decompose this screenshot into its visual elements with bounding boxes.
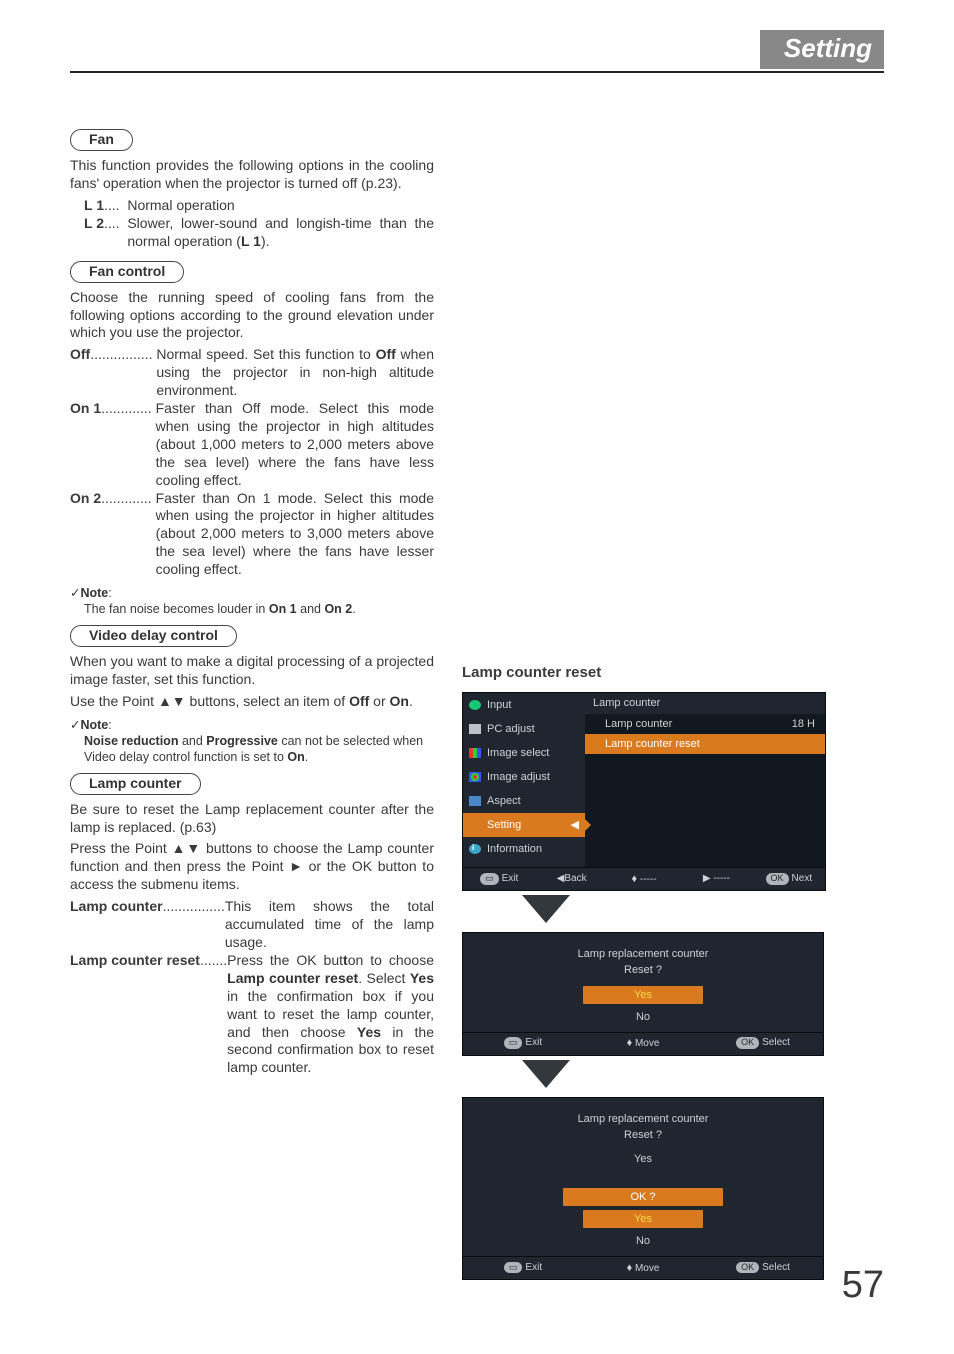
- flow-arrow-2: [462, 1060, 884, 1093]
- fan-l2-row: L 2 .... Slower, lower-sound and longish…: [84, 215, 434, 251]
- lcr-title: Lamp counter reset: [462, 663, 884, 682]
- fc-on1-desc: Faster than Off mode. Select this mode w…: [156, 400, 434, 490]
- fan-l1-label: L 1: [84, 197, 104, 215]
- osd-footer: ▭Exit ◀Back ♦ ----- ▶ ----- OKNext: [463, 867, 825, 890]
- lamp-lcr-row: Lamp counter reset ....... Press the OK …: [70, 952, 434, 1077]
- video-delay-heading: Video delay control: [70, 625, 237, 647]
- fc-note-body: The fan noise becomes louder in On 1 and…: [70, 601, 434, 617]
- right-column: Lamp counter reset Input PC adjust Image…: [462, 129, 884, 1280]
- dots: ................: [90, 346, 156, 400]
- lcr-label: Lamp counter reset: [70, 952, 200, 1077]
- dots: .......: [200, 952, 227, 1077]
- osd-item-info: Information: [463, 837, 585, 861]
- osd-item-pc: PC adjust: [463, 717, 585, 741]
- left-column: Fan This function provides the following…: [70, 129, 434, 1280]
- osd-dialog-2: Lamp replacement counter Reset ? Yes OK …: [462, 1097, 824, 1280]
- dots: .............: [101, 490, 155, 580]
- fc-off-row: Off ................ Normal speed. Set t…: [70, 346, 434, 400]
- page-header: Setting: [70, 30, 884, 73]
- osd-menu: Input PC adjust Image select Image adjus…: [462, 692, 826, 891]
- lamp-p1: Be sure to reset the Lamp replacement co…: [70, 801, 434, 837]
- lamp-counter-heading: Lamp counter: [70, 773, 201, 795]
- osd-item-input: Input: [463, 693, 585, 717]
- osd-item-imgsel: Image select: [463, 741, 585, 765]
- fan-heading: Fan: [70, 129, 133, 151]
- osd-row-lampcounter: Lamp counter18 H: [585, 714, 825, 734]
- fc-on1-row: On 1 ............. Faster than Off mode.…: [70, 400, 434, 490]
- fc-on2-row: On 2 ............. Faster than On 1 mode…: [70, 490, 434, 580]
- dialog2-line1: Lamp replacement counter: [471, 1112, 815, 1126]
- fan-l2-label: L 2: [84, 215, 104, 251]
- dots: ....: [104, 197, 127, 215]
- osd-main-title: Lamp counter: [585, 693, 825, 713]
- lamp-lc-row: Lamp counter ................ This item …: [70, 898, 434, 952]
- dialog2-ok: OK ?: [563, 1188, 723, 1206]
- fan-l2-desc: Slower, lower-sound and longish-time tha…: [127, 215, 434, 251]
- fc-on2-desc: Faster than On 1 mode. Select this mode …: [156, 490, 434, 580]
- osd-item-imgadj: Image adjust: [463, 765, 585, 789]
- osd-dialog-1: Lamp replacement counter Reset ? Yes No …: [462, 932, 824, 1055]
- chevron-left-icon: ◀: [571, 818, 579, 832]
- osd-sidebar: Input PC adjust Image select Image adjus…: [463, 693, 585, 867]
- vd-note-body: Noise reduction and Progressive can not …: [70, 733, 434, 765]
- flow-arrow-1: [462, 895, 884, 928]
- fan-control-heading: Fan control: [70, 261, 184, 283]
- dialog2-yes: Yes: [583, 1210, 703, 1228]
- setting-icon: [469, 820, 481, 830]
- fc-off-desc: Normal speed. Set this function to Off w…: [156, 346, 434, 400]
- vd-p1: When you want to make a digital processi…: [70, 653, 434, 689]
- lc-desc: This item shows the total accumulated ti…: [225, 898, 434, 952]
- ok-chip: OK: [766, 873, 789, 885]
- fan-l1-row: L 1 .... Normal operation: [84, 197, 434, 215]
- dialog1-line1: Lamp replacement counter: [471, 947, 815, 961]
- dialog1-yes: Yes: [583, 986, 703, 1004]
- input-icon: [469, 700, 481, 710]
- vd-p2: Use the Point ▲▼ buttons, select an item…: [70, 693, 434, 711]
- image-select-icon: [469, 748, 481, 758]
- lc-label: Lamp counter: [70, 898, 163, 952]
- fc-on2-label: On 2: [70, 490, 101, 580]
- fc-off-label: Off: [70, 346, 90, 400]
- dots: ................: [163, 898, 225, 952]
- fan-control-intro: Choose the running speed of cooling fans…: [70, 289, 434, 343]
- dialog2-no: No: [583, 1232, 703, 1250]
- osd-item-aspect: Aspect: [463, 789, 585, 813]
- osd-row-lampreset: Lamp counter reset: [585, 734, 825, 754]
- osd-main: Lamp counter Lamp counter18 H Lamp count…: [585, 693, 825, 867]
- lamp-p2: Press the Point ▲▼ buttons to choose the…: [70, 840, 434, 894]
- arrow-down-icon: [522, 895, 570, 923]
- pc-icon: [469, 724, 481, 734]
- dots: .............: [101, 400, 155, 490]
- info-icon: [469, 844, 481, 854]
- dialog2-first-yes: Yes: [583, 1150, 703, 1168]
- arrow-down-icon: [522, 1060, 570, 1088]
- menu-chip: ▭: [480, 873, 499, 885]
- fc-note-head: ✓Note:: [70, 585, 434, 601]
- fan-intro: This function provides the following opt…: [70, 157, 434, 193]
- page-number: 57: [842, 1261, 884, 1310]
- osd-item-setting: Setting◀: [463, 813, 585, 837]
- dialog2-line2: Reset ?: [471, 1128, 815, 1142]
- dots: ....: [104, 215, 127, 251]
- fc-on1-label: On 1: [70, 400, 101, 490]
- header-title: Setting: [760, 30, 884, 69]
- page: Setting Fan This function provides the f…: [0, 0, 954, 1354]
- dialog1-no: No: [583, 1008, 703, 1026]
- aspect-icon: [469, 796, 481, 806]
- dialog1-line2: Reset ?: [471, 963, 815, 977]
- fan-l1-desc: Normal operation: [127, 197, 434, 215]
- image-adjust-icon: [469, 772, 481, 782]
- lcr-desc: Press the OK button to choose Lamp count…: [227, 952, 434, 1077]
- vd-note-head: ✓Note:: [70, 717, 434, 733]
